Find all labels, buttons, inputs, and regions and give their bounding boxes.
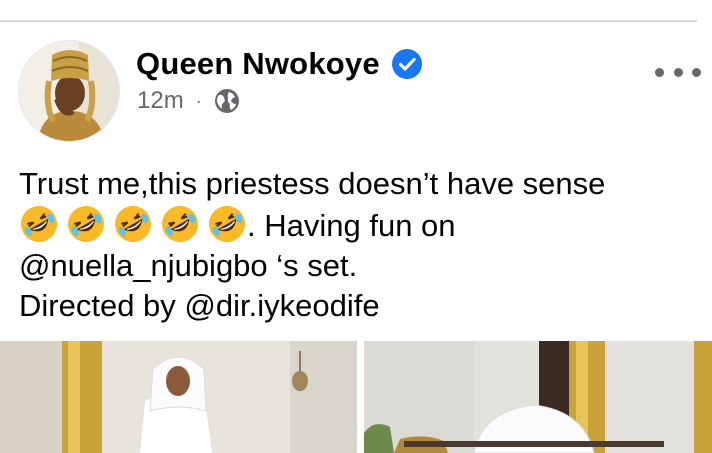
laughing-emoji-icon <box>68 206 104 242</box>
post-text: Trust me,this priestess doesn’t have sen… <box>19 164 699 326</box>
more-options-dot <box>692 67 701 77</box>
emoji-group <box>19 204 247 244</box>
post-text-fragment: . Having fun on <box>247 208 456 243</box>
feed-divider <box>0 20 697 22</box>
post-text-line: Trust me,this priestess doesn’t have sen… <box>19 166 606 201</box>
post-text-line: @nuella_njubigbo ‘s set. <box>19 248 358 283</box>
laughing-emoji-icon <box>209 206 245 242</box>
author-row: Queen Nwokoye <box>136 46 422 82</box>
post-photo[interactable] <box>0 341 357 453</box>
post-time[interactable]: 12m <box>137 87 184 115</box>
post-photo[interactable] <box>364 341 712 453</box>
laughing-emoji-icon <box>21 206 57 242</box>
more-options-button[interactable] <box>655 60 701 84</box>
globe-icon[interactable] <box>214 88 240 114</box>
avatar[interactable] <box>18 40 120 142</box>
author-name[interactable]: Queen Nwokoye <box>136 46 380 82</box>
verified-check-icon <box>391 49 422 79</box>
meta-separator: · <box>195 90 202 111</box>
laughing-emoji-icon <box>115 206 151 242</box>
post-meta: 12m · <box>137 87 240 115</box>
more-options-dot <box>655 67 664 77</box>
laughing-emoji-icon <box>162 206 198 242</box>
post-text-line: . Having fun on <box>19 204 699 246</box>
post-text-line: Directed by @dir.iykeodife <box>19 288 380 323</box>
more-options-dot <box>673 67 683 77</box>
